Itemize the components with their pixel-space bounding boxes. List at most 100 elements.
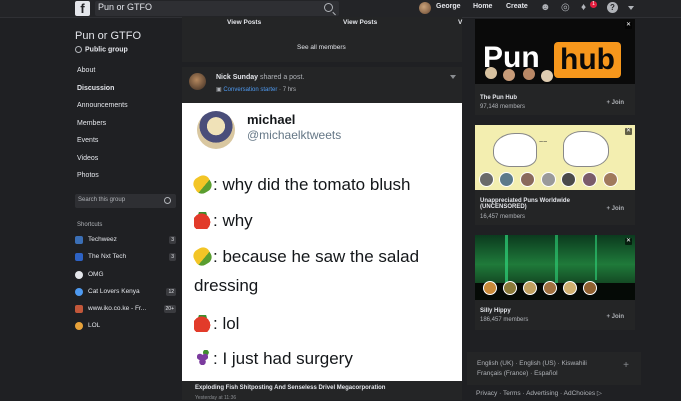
- shortcut-cat-lovers-icon: [75, 287, 83, 296]
- shortcut-item[interactable]: Techweez 3: [75, 235, 176, 252]
- close-icon[interactable]: ✕: [625, 22, 632, 29]
- badge-icon: ▣: [216, 87, 222, 93]
- suggestion-members: 16,457 members: [480, 214, 526, 220]
- join-button[interactable]: + Join: [606, 314, 624, 320]
- join-button[interactable]: + Join: [606, 100, 624, 106]
- tweet-image[interactable]: michael @michaelktweets : why did the to…: [182, 103, 462, 381]
- language-row[interactable]: English (UK) · English (US) · Kiswahili: [477, 360, 587, 367]
- post-options-chevron-down-icon[interactable]: [450, 75, 456, 79]
- view-posts-link[interactable]: View Posts: [227, 19, 261, 26]
- footer-links[interactable]: Privacy · Terms · Advertising · AdChoice…: [476, 389, 602, 397]
- suggestion-members: 186,457 members: [480, 317, 529, 323]
- facebook-logo-icon[interactable]: f: [75, 1, 90, 16]
- member-avatar: [499, 172, 514, 187]
- post-header: Nick Sunday shared a post.: [216, 74, 304, 81]
- messenger-icon[interactable]: ◎: [561, 2, 570, 14]
- member-avatar: [563, 281, 577, 295]
- search-icon[interactable]: [324, 3, 333, 12]
- suggested-group-card: ~~ ✕ Unappreciated Puns Worldwide (UNCEN…: [475, 125, 635, 225]
- corn-icon: [190, 244, 215, 269]
- member-avatar: [582, 172, 597, 187]
- tweet-name: michael: [247, 112, 296, 127]
- group-nav-videos[interactable]: Videos: [77, 155, 128, 173]
- shortcut-label: Techweez: [88, 236, 117, 243]
- suggestion-name[interactable]: Unappreciated Puns Worldwide (UNCENSORED…: [480, 198, 590, 210]
- account-menu-chevron-down-icon[interactable]: [628, 6, 634, 10]
- post-meta: ▣ Conversation starter · 7 hrs: [216, 86, 296, 93]
- next-post-title[interactable]: Exploding Fish Shitposting And Senseless…: [195, 385, 385, 391]
- language-selector: English (UK) · English (US) · Kiswahili …: [467, 352, 641, 385]
- member-avatar: [603, 172, 618, 187]
- top-navbar: f Pun or GTFO George Home Create ☻ ◎ ♦ 1…: [0, 0, 681, 18]
- post-action: shared a post.: [259, 74, 305, 81]
- tweet-line: dressing: [194, 276, 258, 296]
- tweet-line-text: dressing: [194, 276, 259, 295]
- notifications-bell-icon[interactable]: ♦: [581, 2, 586, 14]
- group-nav-events[interactable]: Events: [77, 137, 128, 155]
- profile-link[interactable]: George: [436, 3, 461, 10]
- post-author[interactable]: Nick Sunday: [216, 74, 258, 81]
- language-row[interactable]: Français (France) · Español: [477, 370, 558, 377]
- shortcuts-heading: Shortcuts: [77, 222, 103, 228]
- suggestion-name[interactable]: Silly Hippy: [480, 308, 511, 314]
- duck-icon: [493, 133, 537, 167]
- tweet-line: : because he saw the salad: [190, 244, 419, 269]
- search-input[interactable]: Pun or GTFO: [95, 1, 339, 16]
- member-avatar: [583, 281, 597, 295]
- unappreciated-puns-cover[interactable]: ~~ ✕: [475, 125, 635, 190]
- create-link[interactable]: Create: [506, 3, 528, 10]
- tweet-handle: @michaelktweets: [247, 128, 342, 142]
- view-posts-link[interactable]: View Posts: [343, 19, 377, 26]
- suggested-group-card: Pun hub ✕ The Pun Hub 97,148 members + J…: [475, 19, 635, 115]
- search-icon[interactable]: [164, 197, 171, 204]
- group-search-placeholder: Search this group: [78, 197, 126, 203]
- view-posts-link[interactable]: V: [458, 19, 462, 26]
- feed-post: Nick Sunday shared a post. ▣ Conversatio…: [182, 67, 462, 400]
- group-nav-discussion[interactable]: Discussion: [77, 85, 128, 103]
- avatar[interactable]: [189, 73, 206, 90]
- tweet-line: : why did the tomato blush: [190, 172, 411, 197]
- close-icon[interactable]: ✕: [625, 128, 632, 135]
- aurora-streak: [595, 235, 597, 280]
- shortcut-count: 3: [169, 236, 176, 244]
- see-all-members-link[interactable]: See all members: [297, 44, 346, 51]
- silly-hippy-cover[interactable]: ✕: [475, 235, 635, 300]
- group-nav: About Discussion Announcements Members E…: [77, 67, 128, 190]
- group-nav-members[interactable]: Members: [77, 120, 128, 138]
- tweet-line-text: : lol: [213, 314, 240, 333]
- help-icon[interactable]: ?: [607, 2, 618, 13]
- shortcut-item[interactable]: Cat Lovers Kenya 12: [75, 287, 176, 304]
- shortcut-count: 12: [166, 287, 176, 296]
- suggested-group-card: ✕ Silly Hippy 186,457 members + Join: [475, 235, 635, 330]
- member-avatar: [503, 281, 517, 295]
- globe-icon: [75, 46, 82, 53]
- group-nav-photos[interactable]: Photos: [77, 172, 128, 190]
- group-search-input[interactable]: Search this group: [75, 194, 176, 208]
- shortcut-item[interactable]: www.iko.co.ke - Fr... 20+: [75, 304, 176, 321]
- group-title[interactable]: Pun or GTFO: [75, 30, 141, 42]
- face-icon: [541, 70, 553, 82]
- group-nav-announcements[interactable]: Announcements: [77, 102, 128, 120]
- conversation-starter-badge[interactable]: Conversation starter: [223, 87, 277, 93]
- next-post-time[interactable]: Yesterday at 11:36: [195, 395, 236, 401]
- tweet-line-text: : why: [213, 211, 253, 230]
- join-button[interactable]: + Join: [606, 206, 624, 212]
- friends-icon[interactable]: ☻: [540, 2, 551, 14]
- pun-hub-cover[interactable]: Pun hub ✕: [475, 19, 635, 84]
- group-nav-about[interactable]: About: [77, 67, 128, 85]
- shortcut-label: www.iko.co.ke - Fr...: [88, 305, 147, 313]
- add-language-plus-icon[interactable]: +: [623, 360, 629, 371]
- close-icon[interactable]: ✕: [625, 238, 632, 245]
- members-card: [182, 17, 462, 62]
- shortcut-count: 3: [169, 253, 176, 262]
- shortcut-item[interactable]: The Nxt Tech 3: [75, 252, 176, 269]
- shortcut-item[interactable]: OMG: [75, 270, 176, 287]
- suggestion-name[interactable]: The Pun Hub: [480, 95, 517, 101]
- avatar[interactable]: [419, 2, 431, 14]
- home-link[interactable]: Home: [473, 3, 492, 10]
- group-privacy: Public group: [75, 46, 128, 53]
- group-privacy-label: Public group: [85, 46, 128, 54]
- shortcut-lol-icon: [75, 322, 83, 331]
- shortcut-item[interactable]: LOL: [75, 321, 176, 338]
- post-time[interactable]: · 7 hrs: [279, 87, 296, 93]
